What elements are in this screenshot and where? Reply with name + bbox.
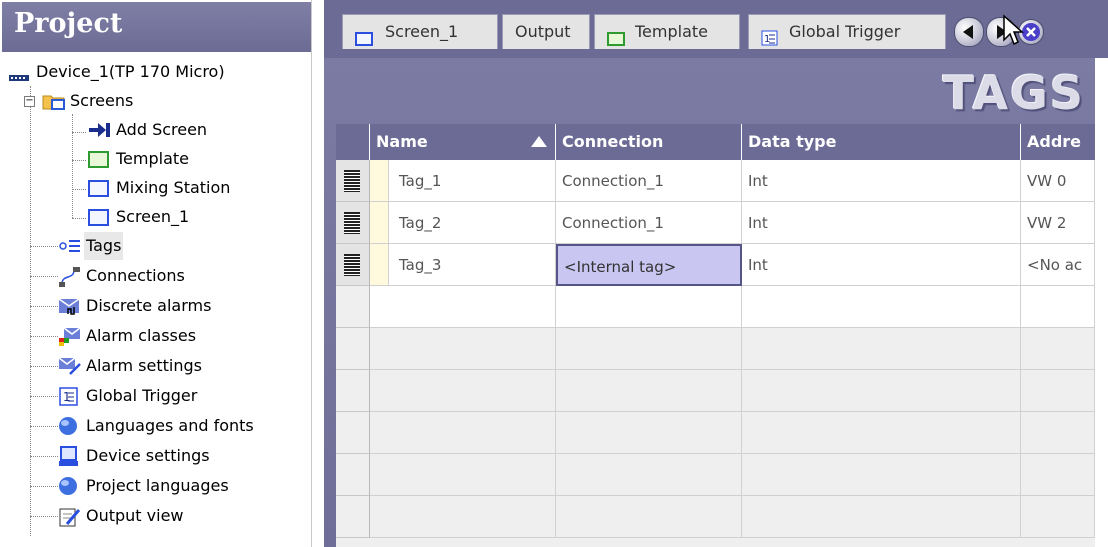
editor-heading: TAGS <box>942 66 1085 120</box>
cell-address[interactable]: <No ac <box>1021 244 1095 286</box>
global-trigger-icon: 1 <box>761 24 779 46</box>
connections-icon <box>58 266 80 287</box>
screen-icon <box>355 24 373 46</box>
template-icon <box>607 24 625 46</box>
empty-row <box>336 328 1095 370</box>
column-header-label: Connection <box>562 132 664 151</box>
row-selector[interactable] <box>336 202 370 244</box>
output-view-icon <box>58 506 81 527</box>
table-row[interactable]: Tag_3 <Internal tag> Int <No ac <box>336 244 1095 286</box>
template-icon <box>88 149 110 169</box>
column-header-data-type[interactable]: Data type <box>742 124 1021 160</box>
cell-data-type[interactable]: Int <box>742 244 1021 286</box>
table-row[interactable]: Tag_2 Connection_1 Int VW 2 <box>336 202 1095 244</box>
row-header-corner <box>336 124 370 160</box>
cell-address[interactable]: VW 0 <box>1021 160 1095 202</box>
tree-item-label: Add Screen <box>116 120 208 139</box>
project-pane: Project Device_1(TP 170 Micro) − Screens… <box>0 0 311 547</box>
folder-icon <box>42 91 65 111</box>
tab-screen-1[interactable]: Screen_1 <box>342 14 498 49</box>
row-selector[interactable] <box>336 160 370 202</box>
empty-row <box>336 454 1095 496</box>
discrete-alarms-icon <box>58 296 80 316</box>
tree-item-label: Global Trigger <box>86 386 198 405</box>
tree-item-label: Screens <box>70 91 134 110</box>
row-handle-icon <box>344 254 360 276</box>
new-entry-row[interactable] <box>336 286 1095 328</box>
row-selector[interactable] <box>336 244 370 286</box>
tag-editor: TAGS Name Connection Data type Addre Tag… <box>324 58 1095 547</box>
project-title: Project <box>14 8 123 39</box>
project-header: Project <box>2 2 311 52</box>
tab-label: Template <box>635 22 709 41</box>
cell-name[interactable]: Tag_2 <box>389 202 556 244</box>
cell-data-type[interactable]: Int <box>742 202 1021 244</box>
collapse-icon[interactable]: − <box>24 96 35 107</box>
column-header-label: Addre <box>1027 132 1082 151</box>
globe-icon <box>58 416 80 436</box>
column-header-label: Name <box>376 132 428 151</box>
column-header-label: Data type <box>748 132 837 151</box>
tab-label: Output <box>515 22 571 41</box>
project-tree: Device_1(TP 170 Micro) − Screens Add Scr… <box>0 58 311 547</box>
tab-output[interactable]: Output <box>502 14 590 49</box>
tree-item-label: Alarm settings <box>86 356 202 375</box>
global-trigger-icon: 1 <box>58 386 80 406</box>
tree-item-label: Tags <box>84 232 124 260</box>
cell-name[interactable]: Tag_3 <box>389 244 556 286</box>
tree-item-label: Connections <box>86 266 185 285</box>
cell-connection-selected[interactable]: <Internal tag> <box>556 244 742 286</box>
tab-label: Global Trigger <box>789 22 901 41</box>
empty-row <box>336 412 1095 454</box>
globe-icon <box>58 476 80 496</box>
empty-row <box>336 496 1095 538</box>
scroll-tabs-left-button[interactable] <box>954 17 984 47</box>
sort-ascending-icon <box>531 136 547 147</box>
tree-item-label: Device settings <box>86 446 210 465</box>
tree-item-label: Alarm classes <box>86 326 197 345</box>
add-screen-icon <box>88 120 110 140</box>
alarm-settings-icon <box>58 356 81 376</box>
screen-icon <box>88 178 110 198</box>
device-settings-icon <box>58 446 80 466</box>
tree-item-label: Template <box>116 149 190 168</box>
tree-item-label: Languages and fonts <box>86 416 254 435</box>
row-handle-icon <box>344 170 360 192</box>
table-row[interactable]: Tag_1 Connection_1 Int VW 0 <box>336 160 1095 202</box>
empty-row <box>336 370 1095 412</box>
column-header-address[interactable]: Addre <box>1021 124 1095 160</box>
mouse-cursor-icon <box>1003 14 1024 46</box>
row-handle-icon <box>344 212 360 234</box>
screen-icon <box>88 207 110 227</box>
cell-connection[interactable]: Connection_1 <box>556 202 742 244</box>
cell-address[interactable]: VW 2 <box>1021 202 1095 244</box>
tree-item-label: Discrete alarms <box>86 296 212 315</box>
device-icon <box>8 62 30 82</box>
tab-global-trigger[interactable]: 1 Global Trigger <box>748 14 946 49</box>
cell-data-type[interactable]: Int <box>742 160 1021 202</box>
tree-item-label: Project languages <box>86 476 229 495</box>
column-header-connection[interactable]: Connection <box>556 124 742 160</box>
cell-name[interactable]: Tag_1 <box>389 160 556 202</box>
tree-item-label: Mixing Station <box>116 178 231 197</box>
pane-splitter[interactable] <box>311 0 325 547</box>
tree-item-label: Screen_1 <box>116 207 190 226</box>
tab-template[interactable]: Template <box>594 14 740 49</box>
editor-tab-bar: Screen_1 Output Template 1 Global Trigge… <box>324 0 1108 58</box>
tags-table: Name Connection Data type Addre Tag_1 Co… <box>336 124 1095 547</box>
tree-item-label: Device_1(TP 170 Micro) <box>36 62 225 81</box>
cell-connection[interactable]: Connection_1 <box>556 160 742 202</box>
column-header-name[interactable]: Name <box>370 124 556 160</box>
tab-label: Screen_1 <box>385 22 459 41</box>
tags-icon <box>58 236 80 256</box>
tree-item-label: Output view <box>86 506 184 525</box>
alarm-classes-icon <box>58 326 81 346</box>
